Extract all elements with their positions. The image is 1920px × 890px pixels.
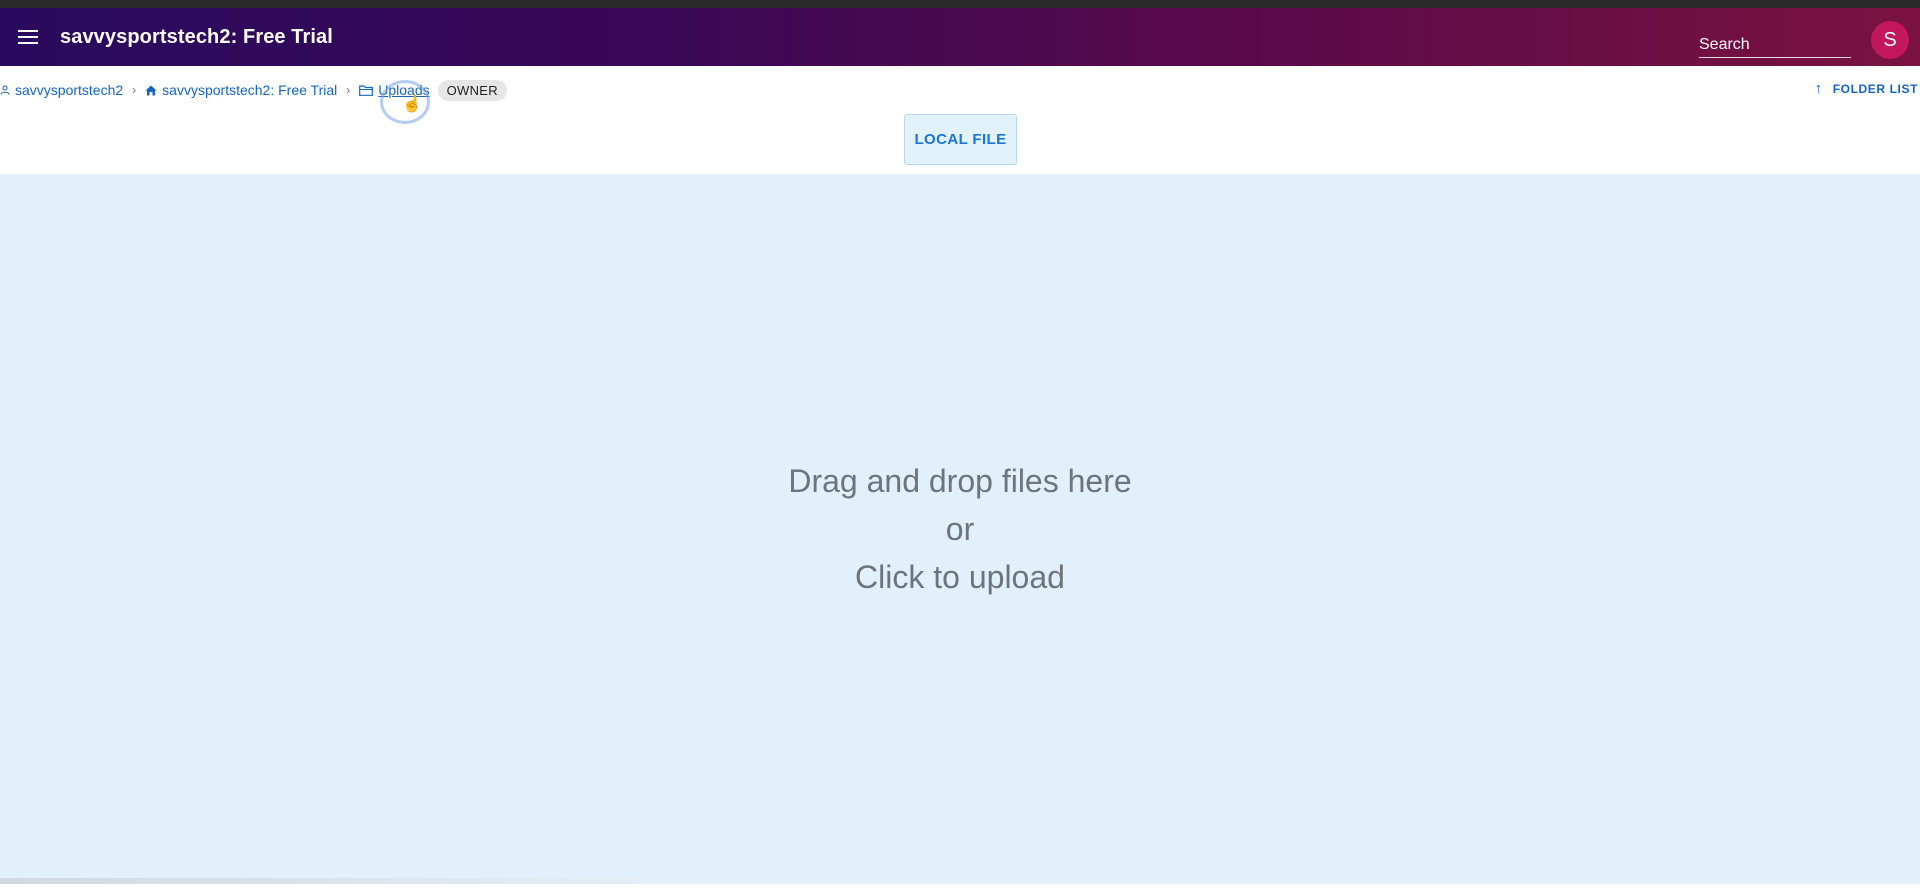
- breadcrumb-item-project[interactable]: savvysportstech2: Free Trial: [145, 82, 337, 98]
- window-top-strip: [0, 0, 1920, 8]
- upload-dropzone[interactable]: Drag and drop files here or Click to upl…: [0, 174, 1920, 884]
- search-field: [1699, 28, 1851, 58]
- breadcrumb-item-account[interactable]: savvysportstech2: [0, 82, 123, 98]
- breadcrumb-separator: ›: [346, 83, 351, 97]
- folder-list-label: FOLDER LIST: [1832, 81, 1918, 96]
- breadcrumb: savvysportstech2 › savvysportstech2: Fre…: [0, 78, 1920, 102]
- search-input[interactable]: [1699, 28, 1851, 57]
- local-file-button[interactable]: LOCAL FILE: [904, 114, 1017, 165]
- dropzone-text-click: Click to upload: [855, 559, 1065, 595]
- breadcrumb-label: savvysportstech2: Free Trial: [162, 82, 338, 98]
- breadcrumb-item-uploads[interactable]: Uploads: [359, 82, 430, 98]
- horizontal-scrollbar[interactable]: [0, 878, 640, 884]
- role-badge: OWNER: [437, 79, 507, 101]
- dropzone-text-drag: Drag and drop files here: [788, 463, 1132, 499]
- home-icon: [145, 85, 157, 96]
- hamburger-menu-icon[interactable]: [14, 23, 42, 51]
- folder-icon: [359, 84, 374, 96]
- arrow-up-icon: ↑: [1814, 80, 1823, 97]
- folder-list-button[interactable]: ↑ FOLDER LIST: [1815, 80, 1918, 97]
- dropzone-text-or: or: [945, 511, 975, 547]
- app-title: savvysportstech2: Free Trial: [60, 25, 333, 48]
- breadcrumb-separator: ›: [132, 83, 137, 97]
- person-icon: [0, 85, 10, 95]
- breadcrumb-label: Uploads: [378, 82, 430, 98]
- app-bar: savvysportstech2: Free Trial S: [0, 8, 1920, 66]
- breadcrumb-label: savvysportstech2: [15, 82, 124, 98]
- user-avatar[interactable]: S: [1871, 21, 1909, 59]
